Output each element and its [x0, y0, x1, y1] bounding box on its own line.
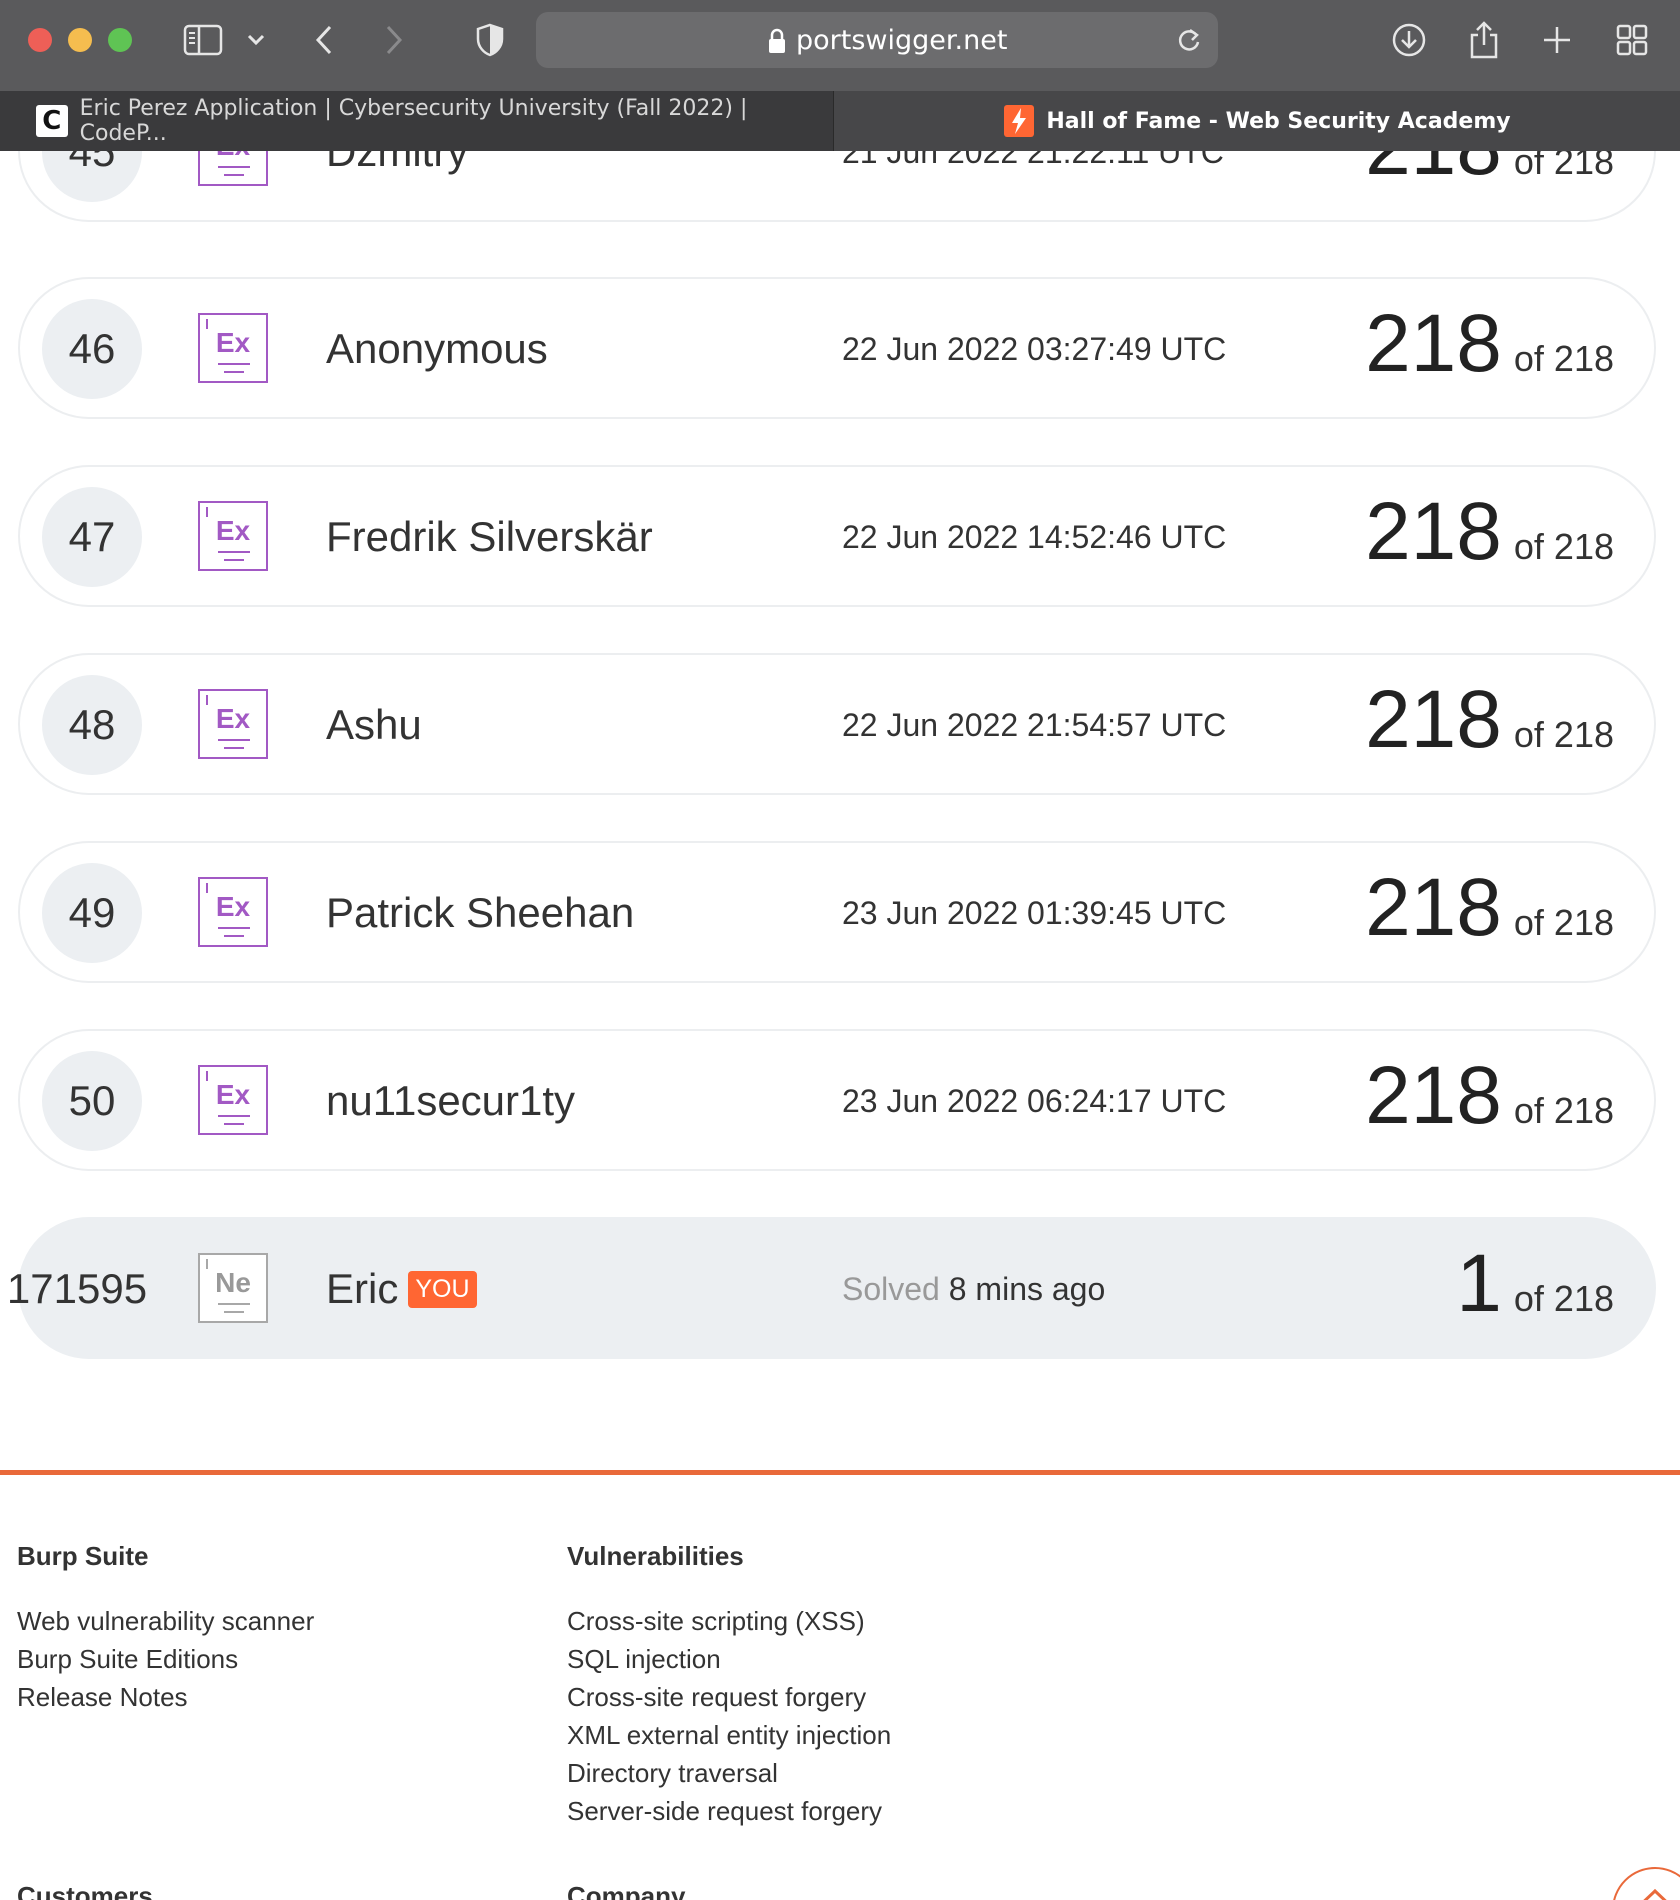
codepath-favicon-icon: C	[36, 105, 68, 137]
sidebar-icon[interactable]	[182, 20, 224, 60]
footer-link[interactable]: Web vulnerability scanner	[17, 1602, 314, 1640]
footer-heading: Vulnerabilities	[567, 1541, 744, 1571]
share-icon[interactable]	[1466, 20, 1502, 60]
completion-date: 23 Jun 2022 06:24:17 UTC	[842, 1083, 1227, 1119]
you-badge: YOU	[408, 1270, 477, 1308]
rank-circle: 46	[42, 299, 142, 399]
completion-date: 23 Jun 2022 01:39:45 UTC	[842, 895, 1227, 931]
minimize-window-button[interactable]	[68, 28, 92, 52]
level-badge-icon: Ex	[198, 313, 268, 383]
rank-circle: 48	[42, 675, 142, 775]
footer-divider	[0, 1470, 1680, 1475]
footer-link[interactable]: Cross-site request forgery	[567, 1678, 891, 1716]
labs-solved: 218of 218	[1365, 674, 1614, 765]
footer-link[interactable]: Server-side request forgery	[567, 1792, 891, 1830]
leaderboard-row: 45 Ex Dzmitry 21 Jun 2022 21:22:11 UTC 2…	[18, 151, 1656, 222]
rank-circle: 50	[42, 1051, 142, 1151]
footer-column-company: Company	[567, 1881, 685, 1900]
shield-icon[interactable]	[474, 20, 506, 60]
completion-date: 21 Jun 2022 21:22:11 UTC	[842, 151, 1224, 170]
tab-overview-icon[interactable]	[1614, 20, 1650, 60]
labs-solved: 218of 218	[1365, 862, 1614, 953]
rank-circle: 49	[42, 863, 142, 963]
address-bar[interactable]: portswigger.net	[536, 12, 1218, 68]
user-name: nu11secur1ty	[326, 1077, 576, 1124]
rank-circle: 47	[42, 487, 142, 587]
user-name: Eric YOU	[326, 1265, 477, 1313]
chevron-up-icon	[1643, 1888, 1667, 1900]
scroll-to-top-button[interactable]	[1612, 1867, 1680, 1900]
current-user-row: 171595 Ne Eric YOU Solved 8 mins ago 1 of…	[7, 1217, 1656, 1359]
new-tab-icon[interactable]	[1540, 20, 1574, 60]
footer-column-burp: Burp Suite Web vulnerability scanner Bur…	[17, 1541, 314, 1716]
leaderboard-row: 47 Ex Fredrik Silverskär 22 Jun 2022 14:…	[18, 465, 1656, 607]
leaderboard-row: 49 Ex Patrick Sheehan 23 Jun 2022 01:39:…	[18, 841, 1656, 983]
footer-column-customers: Customers	[17, 1881, 153, 1900]
browser-toolbar: portswigger.net	[0, 0, 1680, 91]
footer-heading: Company	[567, 1881, 686, 1900]
level-badge-icon: Ex	[198, 689, 268, 759]
user-name: Fredrik Silverskär	[326, 513, 653, 560]
portswigger-favicon-icon	[1004, 105, 1035, 137]
footer-column-vulnerabilities: Vulnerabilities Cross-site scripting (XS…	[567, 1541, 891, 1830]
rank-circle: 45	[42, 151, 142, 202]
footer-link[interactable]: Release Notes	[17, 1678, 314, 1716]
level-badge-icon: Ex	[198, 877, 268, 947]
zoom-window-button[interactable]	[108, 28, 132, 52]
labs-solved: 218of 218	[1365, 486, 1614, 577]
completion-date: 22 Jun 2022 03:27:49 UTC	[842, 331, 1227, 367]
chevron-down-icon[interactable]	[244, 20, 268, 60]
level-badge-icon: Ex	[198, 501, 268, 571]
level-badge-icon: Ex	[198, 151, 268, 186]
user-name: Ashu	[326, 701, 422, 748]
completion-date: 22 Jun 2022 14:52:46 UTC	[842, 519, 1227, 555]
footer-heading: Customers	[17, 1881, 153, 1900]
completion-date: 22 Jun 2022 21:54:57 UTC	[842, 707, 1227, 743]
footer-link[interactable]: Directory traversal	[567, 1754, 891, 1792]
tab-label: Hall of Fame - Web Security Academy	[1046, 108, 1511, 134]
labs-solved: 1 of 218	[1456, 1238, 1614, 1329]
labs-solved: 218of 218	[1365, 298, 1614, 389]
close-window-button[interactable]	[28, 28, 52, 52]
url-text: portswigger.net	[796, 25, 1008, 56]
tab-bar: C Eric Perez Application | Cybersecurity…	[0, 91, 1680, 151]
footer-link[interactable]: SQL injection	[567, 1640, 891, 1678]
tab-hall-of-fame[interactable]: Hall of Fame - Web Security Academy	[835, 91, 1680, 151]
user-name: Anonymous	[326, 325, 548, 372]
footer-link[interactable]: Burp Suite Editions	[17, 1640, 314, 1678]
forward-icon[interactable]	[380, 20, 408, 60]
leaderboard-row: 48 Ex Ashu 22 Jun 2022 21:54:57 UTC 218 o…	[18, 653, 1656, 795]
footer-heading: Burp Suite	[17, 1541, 149, 1571]
tab-codepath[interactable]: C Eric Perez Application | Cybersecurity…	[0, 91, 834, 151]
footer-link[interactable]: XML external entity injection	[567, 1716, 891, 1754]
labs-solved: 218of 218	[1365, 151, 1614, 192]
lock-icon	[768, 28, 786, 59]
labs-solved: 218of 218	[1365, 1050, 1614, 1141]
download-icon[interactable]	[1390, 20, 1428, 60]
footer-link[interactable]: Cross-site scripting (XSS)	[567, 1602, 891, 1640]
back-icon[interactable]	[310, 20, 338, 60]
leaderboard-row: 50 Ex nu11secur1ty 23 Jun 2022 06:24:17 …	[18, 1029, 1656, 1171]
user-rank: 171595	[6, 1265, 148, 1312]
level-badge-icon: Ex	[198, 1065, 268, 1135]
reload-icon[interactable]	[1176, 26, 1202, 59]
level-badge-icon: Ne	[198, 1253, 268, 1323]
tab-label: Eric Perez Application | Cybersecurity U…	[79, 96, 748, 146]
solved-time: Solved 8 mins ago	[842, 1271, 1106, 1307]
user-name: Patrick Sheehan	[326, 889, 635, 936]
page-content: 45 Ex Dzmitry 21 Jun 2022 21:22:11 UTC 2…	[0, 151, 1680, 1900]
leaderboard-row: 46 Ex Anonymous 22 Jun 2022 03:27:49 UTC…	[18, 277, 1656, 419]
user-name: Dzmitry	[326, 151, 469, 175]
